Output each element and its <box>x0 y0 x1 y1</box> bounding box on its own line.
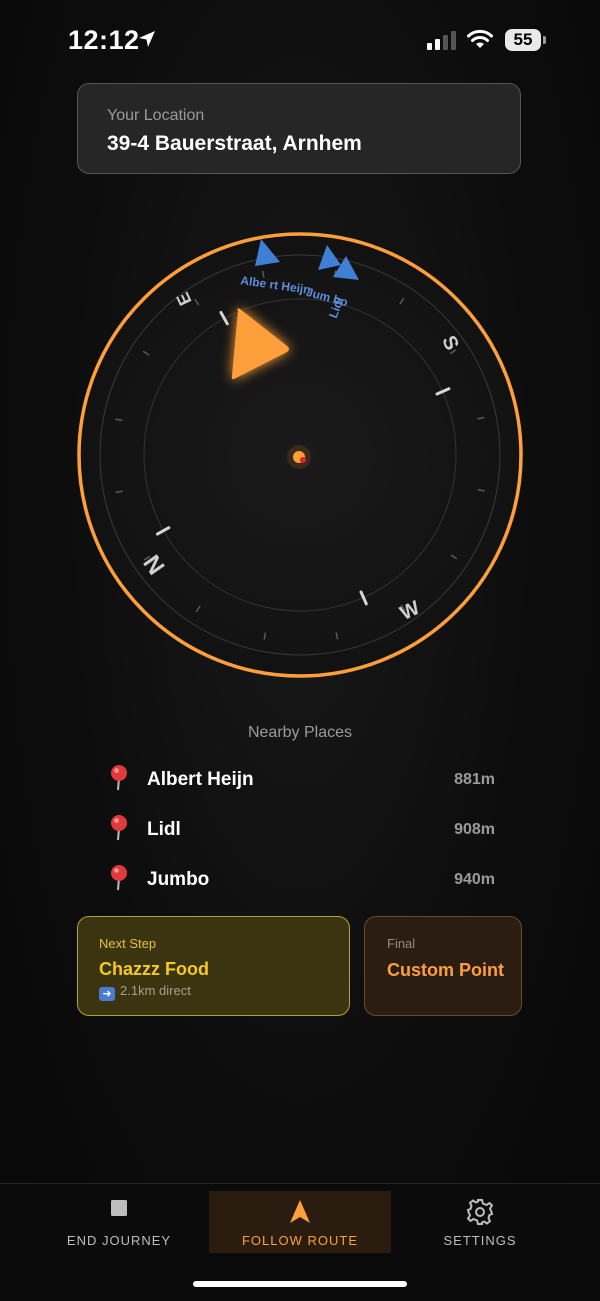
tab-follow-route-label: FOLLOW ROUTE <box>241 1233 358 1248</box>
clock: 12:12 <box>68 25 140 55</box>
home-indicator <box>193 1281 407 1287</box>
pin-icon <box>111 865 127 891</box>
location-label: Your Location <box>107 107 205 124</box>
final-destination-card[interactable]: Final Custom Point <box>364 916 522 1016</box>
nearby-place-lidl[interactable]: Lidl 908m <box>107 814 495 844</box>
pin-icon <box>111 765 127 791</box>
next-step-distance: 2.1km direct <box>120 983 191 998</box>
place-distance: 908m <box>454 821 495 838</box>
location-address: 39-4 Bauerstraat, Arnhem <box>107 132 362 155</box>
pin-icon <box>111 815 127 841</box>
location-card: Your Location 39-4 Bauerstraat, Arnhem <box>77 83 521 174</box>
place-distance: 881m <box>454 771 495 788</box>
location-arrow-icon <box>139 31 155 47</box>
navigation-arrow-icon <box>290 1200 310 1223</box>
compass-dial[interactable]: E S W N Albe rt Heijn Jum bo Lidl <box>70 225 530 685</box>
tab-follow-route[interactable]: FOLLOW ROUTE <box>209 1191 391 1253</box>
gear-icon <box>466 1199 494 1225</box>
battery-icon: 55 <box>505 29 541 51</box>
final-label: Final <box>387 936 416 951</box>
place-distance: 940m <box>454 871 495 888</box>
next-step-label: Next Step <box>99 936 157 951</box>
tab-settings-label: SETTINGS <box>443 1233 517 1248</box>
nearby-places-title: Nearby Places <box>247 724 353 741</box>
tab-settings[interactable]: SETTINGS <box>420 1184 540 1260</box>
next-step-card[interactable]: Next Step Chazzz Food ➜ 2.1km direct <box>77 916 350 1016</box>
next-step-title: Chazzz Food <box>99 959 209 979</box>
signal-icon <box>427 31 456 50</box>
nearby-place-albert-heijn[interactable]: Albert Heijn 881m <box>107 764 495 794</box>
battery-cap <box>543 36 546 44</box>
arrow-right-icon: ➜ <box>99 987 115 1001</box>
nearby-place-jumbo[interactable]: Jumbo 940m <box>107 864 495 894</box>
place-name: Albert Heijn <box>147 769 254 790</box>
status-bar: 12:12 55 <box>0 0 600 80</box>
center-dot-red <box>300 457 306 463</box>
next-step-subtitle-row: ➜ 2.1km direct <box>99 983 191 1001</box>
place-name: Jumbo <box>147 869 210 890</box>
wifi-icon <box>467 29 493 48</box>
place-name: Lidl <box>147 819 181 840</box>
stop-icon <box>111 1200 127 1216</box>
tab-end-journey[interactable]: END JOURNEY <box>50 1184 188 1260</box>
final-title: Custom Point <box>387 960 504 980</box>
tab-end-journey-label: END JOURNEY <box>66 1233 172 1248</box>
